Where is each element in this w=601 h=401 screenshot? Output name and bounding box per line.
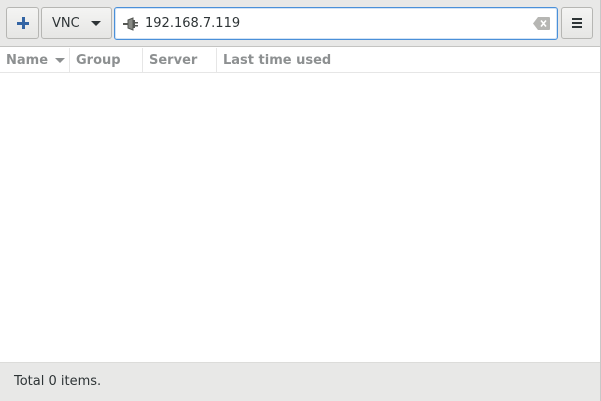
- column-header-group[interactable]: Group: [70, 48, 143, 73]
- hamburger-icon: [572, 18, 582, 28]
- column-header-last-used-label: Last time used: [223, 53, 332, 68]
- protocol-label: VNC: [52, 15, 80, 31]
- column-header-last-used[interactable]: Last time used: [217, 48, 600, 73]
- list-column-headers: Name Group Server Last time used: [0, 48, 600, 73]
- column-header-server[interactable]: Server: [143, 48, 217, 73]
- status-bar: Total 0 items.: [0, 362, 600, 401]
- column-header-group-label: Group: [76, 53, 121, 68]
- menu-button[interactable]: [561, 7, 593, 39]
- chevron-down-icon: [91, 21, 101, 26]
- quick-connect-input[interactable]: [145, 12, 525, 35]
- connection-list[interactable]: [0, 73, 600, 362]
- connect-icon: [123, 17, 138, 31]
- clear-icon[interactable]: [533, 17, 550, 30]
- status-text: Total 0 items.: [14, 374, 102, 389]
- remmina-main-window: VNC Name: [0, 0, 601, 401]
- quick-connect-field[interactable]: [114, 7, 558, 40]
- sort-descending-icon: [55, 58, 66, 63]
- column-header-server-label: Server: [149, 53, 198, 68]
- add-connection-button[interactable]: [6, 7, 39, 39]
- plus-icon: [16, 17, 29, 29]
- column-header-name-label: Name: [6, 53, 49, 68]
- column-header-name[interactable]: Name: [0, 48, 70, 73]
- toolbar: VNC: [0, 0, 600, 47]
- protocol-dropdown[interactable]: VNC: [41, 7, 112, 39]
